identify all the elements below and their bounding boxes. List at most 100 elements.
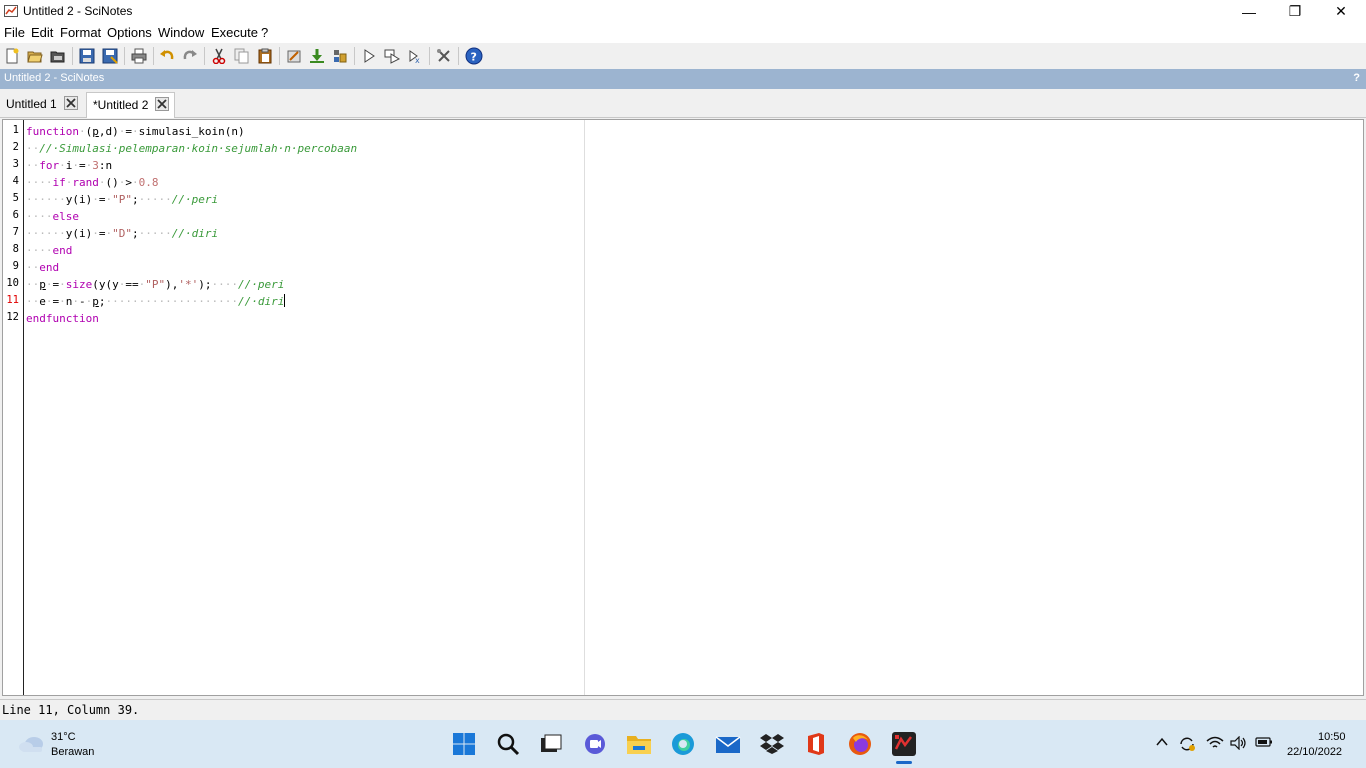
code-line-9: ··end: [26, 261, 60, 274]
save-as-icon[interactable]: [100, 46, 120, 66]
office-icon[interactable]: [802, 730, 830, 758]
code-line-8: ····end: [26, 244, 73, 257]
line-number: 11: [6, 294, 19, 306]
panel-title-bar: Untitled 2 - SciNotes ?: [0, 69, 1366, 89]
line-number: 4: [12, 175, 19, 187]
mail-icon[interactable]: [714, 730, 742, 758]
text-cursor: [284, 294, 286, 307]
code-line-2: ··//·Simulasi·pelemparan·koin·sejumlah·n…: [26, 142, 358, 155]
code-line-5: ······y(i)·=·"P";·····//·peri: [26, 193, 219, 206]
svg-text:?: ?: [471, 51, 477, 64]
code-line-1: function·(p,d)·=·simulasi_koin(n): [26, 125, 245, 138]
line-number: 9: [12, 260, 19, 272]
cursor-position: Line 11, Column 39.: [2, 703, 140, 717]
code-line-12: endfunction: [26, 312, 99, 325]
editor-tabs: Untitled 1 *Untitled 2: [0, 89, 1366, 118]
line-number: 3: [12, 158, 19, 170]
undo-icon[interactable]: [157, 46, 177, 66]
search-icon[interactable]: [494, 730, 522, 758]
weather-temperature[interactable]: 31°C: [51, 731, 76, 743]
menu-file[interactable]: File: [4, 25, 25, 40]
line-number: 2: [12, 141, 19, 153]
menu-execute[interactable]: Execute: [211, 25, 258, 40]
weather-description[interactable]: Berawan: [51, 746, 94, 758]
cut-icon[interactable]: [209, 46, 229, 66]
code-line-3: ··for·i·=·3:n: [26, 159, 113, 172]
file-explorer-icon[interactable]: [625, 730, 653, 758]
code-editor[interactable]: 1 2 3 4 5 6 7 8 9 10 11 12 function·(p,d)·=·simulas…: [2, 119, 1364, 696]
line-number: 8: [12, 243, 19, 255]
tab-untitled-2[interactable]: *Untitled 2: [86, 92, 175, 118]
cloudy-weather-icon[interactable]: [18, 735, 46, 753]
tab-close-icon[interactable]: [155, 97, 169, 111]
help-icon[interactable]: ?: [464, 46, 484, 66]
line-number-gutter: 1 2 3 4 5 6 7 8 9 10 11 12: [3, 120, 24, 695]
copy-icon[interactable]: [232, 46, 252, 66]
battery-icon[interactable]: [1255, 736, 1273, 751]
status-bar: Line 11, Column 39.: [0, 699, 1366, 720]
clock-date[interactable]: 22/10/2022: [1287, 746, 1342, 758]
open-file-icon[interactable]: [25, 46, 45, 66]
menu-window[interactable]: Window: [158, 25, 204, 40]
minimize-button[interactable]: —: [1226, 0, 1272, 23]
active-app-indicator: [896, 761, 912, 764]
line-number: 6: [12, 209, 19, 221]
code-line-10: ··p·=·size(y(y·==·"P"),'*');····//·peri: [26, 278, 285, 291]
tools-icon[interactable]: [434, 46, 454, 66]
task-view-icon[interactable]: [537, 730, 565, 758]
print-icon[interactable]: [129, 46, 149, 66]
panel-help-button[interactable]: ?: [1353, 72, 1360, 84]
menu-format[interactable]: Format: [60, 25, 101, 40]
toolbar: x ?: [0, 43, 1366, 69]
clock-time[interactable]: 10:50: [1318, 731, 1346, 743]
minimize-icon: —: [1242, 3, 1256, 20]
tab-label: *Untitled 2: [93, 98, 149, 112]
close-icon: ✕: [1335, 3, 1347, 19]
close-button[interactable]: ✕: [1318, 0, 1364, 23]
show-hidden-icons-chevron-icon[interactable]: [1156, 736, 1168, 751]
code-line-11: ··e·=·n·-·p;····················//·diri: [26, 294, 286, 308]
maximize-icon: ❐: [1288, 3, 1302, 19]
line-number: 1: [12, 124, 19, 136]
title-bar: Untitled 2 - SciNotes — ❐ ✕: [0, 0, 1366, 23]
menu-edit[interactable]: Edit: [31, 25, 53, 40]
edge-browser-icon[interactable]: [669, 730, 697, 758]
line-number: 10: [6, 277, 19, 289]
code-line-4: ····if·rand·()·>·0.8: [26, 176, 159, 189]
menu-bar: File Edit Format Options Window Execute …: [0, 23, 1366, 43]
execute-save-icon[interactable]: [307, 46, 327, 66]
dropbox-icon[interactable]: [758, 730, 786, 758]
preferences-icon[interactable]: [284, 46, 304, 66]
paste-icon[interactable]: [255, 46, 275, 66]
open-folder-icon[interactable]: [48, 46, 68, 66]
menu-help[interactable]: ?: [261, 25, 268, 40]
window-title: Untitled 2 - SciNotes: [23, 4, 133, 18]
tab-label: Untitled 1: [6, 97, 57, 111]
line-number: 7: [12, 226, 19, 238]
line-number: 12: [6, 311, 19, 323]
wifi-icon[interactable]: [1206, 736, 1224, 753]
code-line-6: ····else: [26, 210, 79, 223]
redo-icon[interactable]: [180, 46, 200, 66]
margin-line: [584, 120, 585, 695]
run-all-icon[interactable]: x: [405, 46, 425, 66]
load-variables-icon[interactable]: [330, 46, 350, 66]
line-number: 5: [12, 192, 19, 204]
volume-icon[interactable]: [1230, 735, 1248, 753]
save-icon[interactable]: [77, 46, 97, 66]
panel-title: Untitled 2 - SciNotes: [4, 72, 105, 84]
svg-text:x: x: [415, 56, 420, 64]
menu-options[interactable]: Options: [107, 25, 152, 40]
scinotes-app-icon: [4, 5, 18, 17]
chat-icon[interactable]: [581, 730, 609, 758]
run-icon[interactable]: [359, 46, 379, 66]
firefox-icon[interactable]: [846, 730, 874, 758]
tab-close-icon[interactable]: [64, 96, 78, 110]
scilab-taskbar-icon[interactable]: [890, 730, 918, 758]
sync-icon[interactable]: [1178, 736, 1196, 755]
run-step-icon[interactable]: [382, 46, 402, 66]
maximize-button[interactable]: ❐: [1272, 0, 1318, 23]
tab-untitled-1[interactable]: Untitled 1: [0, 92, 84, 117]
new-file-icon[interactable]: [2, 46, 22, 66]
windows-start-icon[interactable]: [450, 730, 478, 758]
